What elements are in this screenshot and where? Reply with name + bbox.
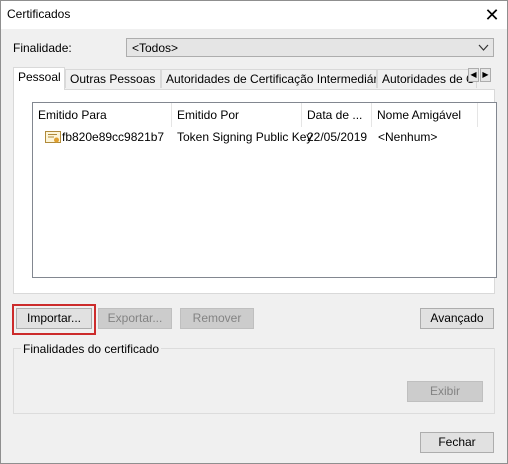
- cell-issued-by: Token Signing Public Key: [177, 130, 313, 144]
- title-bar: Certificados ✕: [1, 1, 507, 29]
- certificate-list[interactable]: Emitido Para Emitido Por Data de ... Nom…: [32, 102, 497, 278]
- certificate-icon: [45, 131, 61, 144]
- tab-strip: Pessoal Outras Pessoas Autoridades de Ce…: [13, 67, 493, 90]
- advanced-button[interactable]: Avançado: [420, 308, 494, 329]
- tab-panel-pessoal: Emitido Para Emitido Por Data de ... Nom…: [13, 89, 497, 294]
- tab-intermediate-authorities[interactable]: Autoridades de Certificação Intermediári…: [161, 69, 377, 88]
- tab-outras-pessoas[interactable]: Outras Pessoas: [65, 69, 161, 88]
- chevron-down-icon: [478, 39, 489, 59]
- table-row[interactable]: fb820e89cc9821b7 Token Signing Public Ke…: [33, 128, 496, 146]
- tab-scroll-right-icon[interactable]: ▶: [480, 68, 491, 82]
- purpose-label: Finalidade:: [13, 41, 72, 55]
- column-header-issued-by[interactable]: Emitido Por: [172, 103, 302, 127]
- certificate-purposes-title: Finalidades do certificado: [21, 342, 162, 356]
- close-icon[interactable]: ✕: [477, 1, 507, 29]
- cell-issued-to: fb820e89cc9821b7: [62, 130, 165, 144]
- cell-date: 22/05/2019: [307, 130, 368, 144]
- column-header-date[interactable]: Data de ...: [302, 103, 372, 127]
- column-header-friendly-name[interactable]: Nome Amigável: [372, 103, 478, 127]
- cell-friendly-name: <Nenhum>: [378, 130, 438, 144]
- list-header: Emitido Para Emitido Por Data de ... Nom…: [33, 103, 496, 127]
- tab-scroll-left-icon[interactable]: ◀: [468, 68, 479, 82]
- purpose-selected-value: <Todos>: [132, 41, 179, 55]
- certificates-dialog: Certificados ✕ Finalidade: <Todos> Pesso…: [0, 0, 508, 464]
- import-button[interactable]: Importar...: [16, 308, 92, 329]
- purpose-select[interactable]: <Todos>: [126, 38, 494, 57]
- remove-button[interactable]: Remover: [180, 308, 254, 329]
- tab-root-authorities[interactable]: Autoridades de Ce: [377, 69, 477, 88]
- export-button[interactable]: Exportar...: [98, 308, 172, 329]
- tab-pessoal[interactable]: Pessoal: [13, 67, 65, 90]
- close-button[interactable]: Fechar: [420, 432, 494, 453]
- view-button[interactable]: Exibir: [407, 381, 483, 402]
- column-header-issued-to[interactable]: Emitido Para: [33, 103, 172, 127]
- window-title: Certificados: [7, 7, 71, 21]
